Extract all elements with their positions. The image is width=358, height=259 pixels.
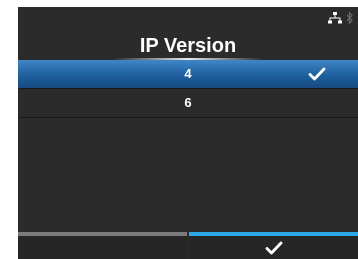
page-title: IP Version xyxy=(139,35,237,57)
softkey-confirm[interactable] xyxy=(189,232,358,259)
softkey-bar xyxy=(18,232,358,259)
check-icon xyxy=(308,67,326,81)
option-list: 4 6 xyxy=(18,60,358,235)
printer-display: IP Version 4 6 xyxy=(18,7,358,259)
status-bar xyxy=(18,7,358,29)
bluetooth-icon xyxy=(346,11,353,25)
check-icon xyxy=(265,241,282,255)
option-item-ipv6[interactable]: 6 xyxy=(18,89,358,118)
option-label: 4 xyxy=(184,66,192,81)
network-icon xyxy=(328,12,342,24)
option-label: 6 xyxy=(184,95,192,110)
option-item-ipv4[interactable]: 4 xyxy=(18,60,358,89)
softkey-left[interactable] xyxy=(18,232,187,259)
